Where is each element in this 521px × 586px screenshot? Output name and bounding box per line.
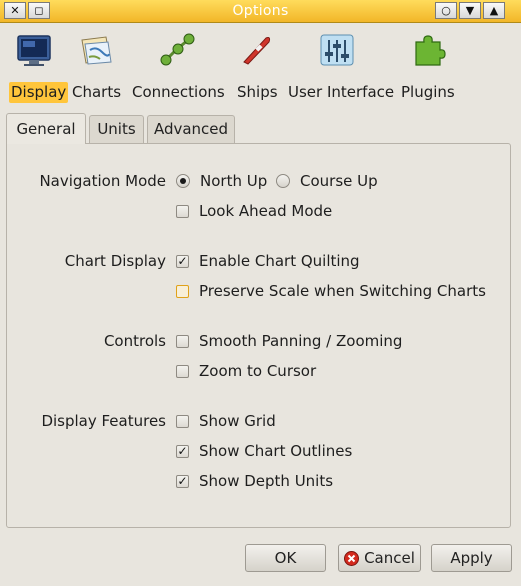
apply-label: Apply	[450, 549, 493, 567]
maximize-button[interactable]: ▲	[483, 2, 505, 19]
north-up-radio[interactable]: North Up	[176, 172, 267, 190]
toolbar-label: Display	[9, 82, 69, 103]
look-ahead-checkbox[interactable]: Look Ahead Mode	[176, 202, 332, 220]
charts-icon	[81, 36, 112, 65]
circle-icon: ○	[441, 4, 451, 17]
toolbar-label: Connections	[132, 83, 225, 101]
toolbar-label: Plugins	[401, 83, 455, 101]
toolbar-plugins[interactable]: Plugins	[399, 24, 457, 104]
radio-unselected-icon	[276, 174, 290, 188]
checkbox-focused-icon	[176, 284, 189, 298]
checkbox-checked-icon: ✓	[176, 474, 189, 488]
ship-icon	[243, 37, 271, 65]
toolbar-charts[interactable]: Charts	[70, 24, 122, 104]
show-grid-label: Show Grid	[199, 412, 276, 430]
display-features-label: Display Features	[41, 412, 166, 430]
preserve-scale-checkbox[interactable]: Preserve Scale when Switching Charts	[176, 282, 486, 300]
chart-quilting-label: Enable Chart Quilting	[199, 252, 360, 270]
navigation-mode-label: Navigation Mode	[39, 172, 166, 190]
toolbar-label: Ships	[237, 83, 278, 101]
puzzle-icon	[415, 35, 446, 66]
toolbar-ships[interactable]: Ships	[235, 24, 278, 104]
course-up-label: Course Up	[300, 172, 378, 190]
checkbox-unchecked-icon	[176, 334, 189, 348]
tab-general[interactable]: General	[6, 113, 86, 144]
show-depth-units-checkbox[interactable]: ✓ Show Depth Units	[176, 472, 333, 490]
smooth-panning-label: Smooth Panning / Zooming	[199, 332, 403, 350]
chart-display-label: Chart Display	[64, 252, 166, 270]
north-up-label: North Up	[200, 172, 268, 190]
checkbox-checked-icon: ✓	[176, 444, 189, 458]
options-toolbar: Display Charts Connections Ships User In…	[0, 24, 521, 104]
checkbox-unchecked-icon	[176, 364, 189, 378]
zoom-to-cursor-label: Zoom to Cursor	[199, 362, 317, 380]
cancel-label: Cancel	[364, 549, 415, 567]
toolbar-connections[interactable]: Connections	[130, 24, 226, 104]
checkbox-unchecked-icon	[176, 204, 189, 218]
show-chart-outlines-checkbox[interactable]: ✓ Show Chart Outlines	[176, 442, 352, 460]
sliders-icon	[320, 34, 354, 66]
ok-button[interactable]: OK	[245, 544, 326, 572]
connections-icon	[160, 33, 195, 66]
smooth-panning-checkbox[interactable]: Smooth Panning / Zooming	[176, 332, 402, 350]
down-arrow-icon: ▼	[465, 4, 475, 17]
toolbar-display[interactable]: Display	[8, 24, 69, 104]
tab-units[interactable]: Units	[89, 115, 144, 143]
controls-label: Controls	[103, 332, 166, 350]
preserve-scale-label: Preserve Scale when Switching Charts	[199, 282, 486, 300]
apply-button[interactable]: Apply	[431, 544, 512, 572]
show-depth-units-label: Show Depth Units	[199, 472, 334, 490]
chart-quilting-checkbox[interactable]: ✓ Enable Chart Quilting	[176, 252, 360, 270]
monitor-icon	[17, 35, 51, 66]
up-arrow-icon: ▲	[489, 4, 499, 17]
toolbar-label: Charts	[72, 83, 122, 101]
ok-label: OK	[274, 549, 297, 567]
show-chart-outlines-label: Show Chart Outlines	[199, 442, 353, 460]
minimize-button[interactable]: ▼	[459, 2, 481, 19]
tab-advanced[interactable]: Advanced	[147, 115, 235, 143]
course-up-radio[interactable]: Course Up	[276, 172, 378, 190]
title-bar: ✕ ◻ Options ○ ▼ ▲	[0, 0, 521, 23]
cancel-button[interactable]: Cancel	[338, 544, 421, 572]
checkbox-unchecked-icon	[176, 414, 189, 428]
toolbar-user-interface[interactable]: User Interface	[286, 24, 394, 104]
look-ahead-label: Look Ahead Mode	[199, 202, 333, 220]
toolbar-label: User Interface	[288, 83, 395, 101]
cancel-icon	[344, 550, 360, 566]
zoom-to-cursor-checkbox[interactable]: Zoom to Cursor	[176, 362, 316, 380]
checkbox-checked-icon: ✓	[176, 254, 189, 268]
radio-selected-icon	[176, 174, 190, 188]
shade-button[interactable]: ○	[435, 2, 457, 19]
show-grid-checkbox[interactable]: Show Grid	[176, 412, 276, 430]
